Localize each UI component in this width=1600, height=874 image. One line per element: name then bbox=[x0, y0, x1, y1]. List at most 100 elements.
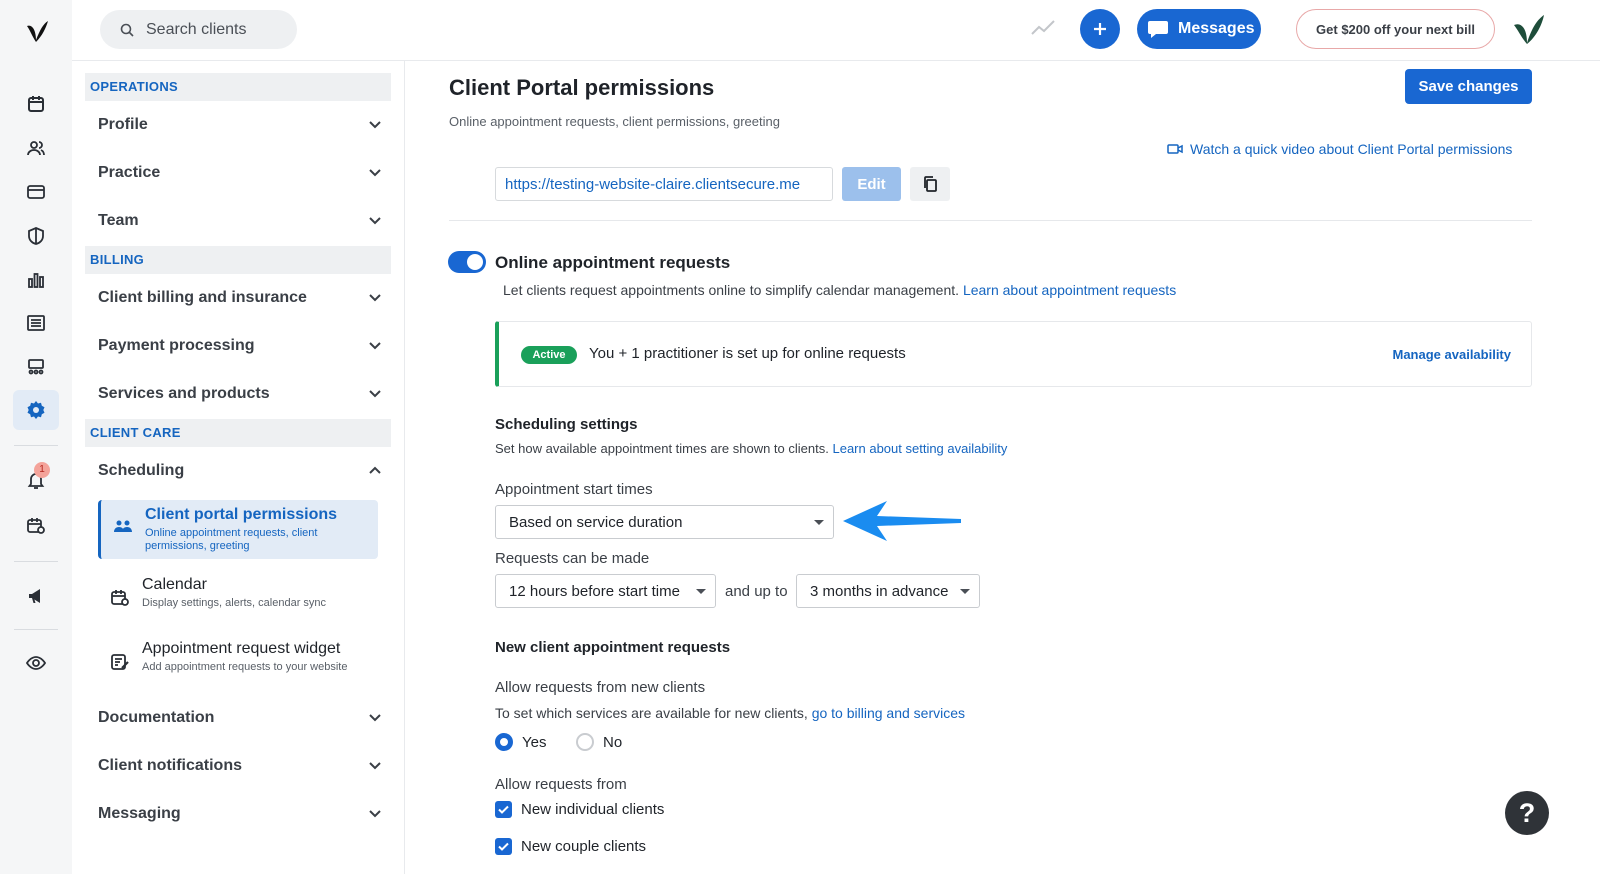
users-group-icon bbox=[113, 518, 133, 541]
sub-item-calendar[interactable]: Calendar Display settings, alerts, calen… bbox=[98, 570, 378, 622]
bell-icon[interactable]: 1 bbox=[13, 461, 59, 502]
start-times-select[interactable]: Based on service duration bbox=[495, 505, 834, 539]
status-box: Active You + 1 practitioner is set up fo… bbox=[495, 321, 1532, 387]
settings-gear-icon[interactable] bbox=[13, 390, 59, 430]
nav-label: Services and products bbox=[98, 385, 270, 402]
promo-button[interactable]: Get $200 off your next bill bbox=[1296, 9, 1495, 49]
nav-label: Profile bbox=[98, 116, 148, 133]
section-header-client-care: CLIENT CARE bbox=[85, 419, 391, 447]
radio-yes[interactable]: Yes bbox=[495, 733, 546, 751]
nav-item-services-products[interactable]: Services and products bbox=[98, 379, 382, 409]
online-requests-toggle[interactable] bbox=[448, 251, 486, 273]
status-badge: Active bbox=[521, 346, 577, 364]
trend-icon[interactable] bbox=[1030, 18, 1056, 43]
video-link[interactable]: Watch a quick video about Client Portal … bbox=[1167, 141, 1512, 157]
settings-sidenav: OPERATIONS Profile Practice Team BILLING… bbox=[72, 61, 405, 874]
requests-max-select[interactable]: 3 months in advance bbox=[796, 574, 980, 608]
caret-down-icon bbox=[696, 589, 706, 594]
sub-item-title: Calendar bbox=[142, 576, 207, 593]
checkmark-icon bbox=[495, 801, 512, 818]
checkbox-individual[interactable]: New individual clients bbox=[495, 801, 664, 818]
start-times-value: Based on service duration bbox=[509, 513, 683, 531]
billing-services-link[interactable]: go to billing and services bbox=[812, 705, 965, 721]
page-subtitle: Online appointment requests, client perm… bbox=[449, 114, 780, 129]
reports-chart-icon[interactable] bbox=[13, 260, 59, 300]
nav-label: Messaging bbox=[98, 805, 181, 822]
online-requests-desc-text: Let clients request appointments online … bbox=[503, 282, 960, 298]
radio-yes-label: Yes bbox=[522, 733, 547, 751]
learn-availability-link[interactable]: Learn about setting availability bbox=[832, 441, 1007, 456]
nav-label: Client billing and insurance bbox=[98, 289, 307, 306]
requests-max-value: 3 months in advance bbox=[810, 582, 949, 600]
messages-button[interactable]: Messages bbox=[1137, 9, 1261, 49]
eye-icon[interactable] bbox=[13, 643, 59, 683]
megaphone-icon[interactable] bbox=[13, 576, 59, 616]
sub-item-client-portal-permissions[interactable]: Client portal permissions Online appoint… bbox=[98, 500, 378, 559]
sub-item-appointment-request-widget[interactable]: Appointment request widget Add appointme… bbox=[98, 634, 378, 686]
checkbox-couple[interactable]: New couple clients bbox=[495, 838, 646, 855]
nav-item-scheduling[interactable]: Scheduling bbox=[98, 456, 382, 486]
edit-url-button[interactable]: Edit bbox=[842, 167, 901, 201]
chevron-down-icon bbox=[368, 709, 382, 727]
list-icon[interactable] bbox=[13, 303, 59, 343]
nav-label: Documentation bbox=[98, 709, 215, 726]
nav-item-payment-processing[interactable]: Payment processing bbox=[98, 331, 382, 361]
search-icon bbox=[120, 23, 134, 37]
copy-url-button[interactable] bbox=[910, 167, 950, 201]
allow-new-clients-label: Allow requests from new clients bbox=[495, 679, 706, 696]
chevron-up-icon bbox=[368, 462, 382, 480]
nav-item-documentation[interactable]: Documentation bbox=[98, 703, 382, 733]
nav-item-messaging[interactable]: Messaging bbox=[98, 799, 382, 829]
sub-item-title: Appointment request widget bbox=[142, 640, 341, 657]
section-header-operations: OPERATIONS bbox=[85, 73, 391, 101]
sub-item-desc: Display settings, alerts, calendar sync bbox=[142, 597, 327, 609]
search-input[interactable] bbox=[146, 20, 286, 39]
radio-checked-icon bbox=[495, 733, 513, 751]
practice-icon[interactable] bbox=[13, 347, 59, 387]
scheduling-settings-desc: Set how available appointment times are … bbox=[495, 441, 1007, 456]
scheduling-settings-desc-text: Set how available appointment times are … bbox=[495, 441, 829, 456]
chevron-down-icon bbox=[368, 212, 382, 230]
scheduling-settings-title: Scheduling settings bbox=[495, 416, 638, 433]
copy-icon bbox=[924, 176, 937, 192]
manage-availability-link[interactable]: Manage availability bbox=[1393, 347, 1512, 362]
learn-appointment-requests-link[interactable]: Learn about appointment requests bbox=[963, 282, 1176, 298]
nav-item-profile[interactable]: Profile bbox=[98, 110, 382, 140]
sub-item-title: Client portal permissions bbox=[145, 506, 338, 523]
billing-card-icon[interactable] bbox=[13, 172, 59, 212]
radio-no-label: No bbox=[603, 733, 623, 751]
main-content: Client Portal permissions Online appoint… bbox=[405, 61, 1600, 874]
chevron-down-icon bbox=[368, 289, 382, 307]
add-button[interactable] bbox=[1080, 9, 1120, 49]
logo-icon[interactable] bbox=[24, 18, 50, 49]
nav-item-client-notifications[interactable]: Client notifications bbox=[98, 751, 382, 781]
calendar-settings-icon bbox=[110, 588, 130, 613]
search-box[interactable] bbox=[100, 10, 297, 49]
help-button[interactable]: ? bbox=[1505, 791, 1549, 835]
nav-label: Client notifications bbox=[98, 757, 242, 774]
chevron-down-icon bbox=[368, 757, 382, 775]
shield-icon[interactable] bbox=[13, 216, 59, 256]
nav-item-team[interactable]: Team bbox=[98, 206, 382, 236]
caret-down-icon bbox=[814, 520, 824, 525]
allow-from-label: Allow requests from bbox=[495, 776, 627, 793]
nav-item-practice[interactable]: Practice bbox=[98, 158, 382, 188]
radio-no[interactable]: No bbox=[576, 733, 622, 751]
radio-unchecked-icon bbox=[576, 733, 594, 751]
chevron-down-icon bbox=[368, 805, 382, 823]
save-changes-button[interactable]: Save changes bbox=[1405, 69, 1532, 104]
calendar-icon[interactable] bbox=[13, 84, 59, 124]
requests-label: Requests can be made bbox=[495, 550, 650, 567]
checkbox-couple-label: New couple clients bbox=[521, 838, 647, 855]
portal-url-field[interactable]: https://testing-website-claire.clientsec… bbox=[495, 167, 833, 201]
calendar-settings-icon[interactable] bbox=[13, 506, 59, 546]
sub-item-desc: Add appointment requests to your website bbox=[142, 661, 348, 673]
notification-badge: 1 bbox=[34, 461, 50, 478]
avatar[interactable] bbox=[1512, 13, 1546, 50]
checkbox-individual-label: New individual clients bbox=[521, 801, 665, 818]
chevron-down-icon bbox=[368, 116, 382, 134]
nav-label: Team bbox=[98, 212, 139, 229]
requests-min-select[interactable]: 12 hours before start time bbox=[495, 574, 716, 608]
clients-icon[interactable] bbox=[13, 128, 59, 168]
nav-item-client-billing[interactable]: Client billing and insurance bbox=[98, 283, 382, 313]
